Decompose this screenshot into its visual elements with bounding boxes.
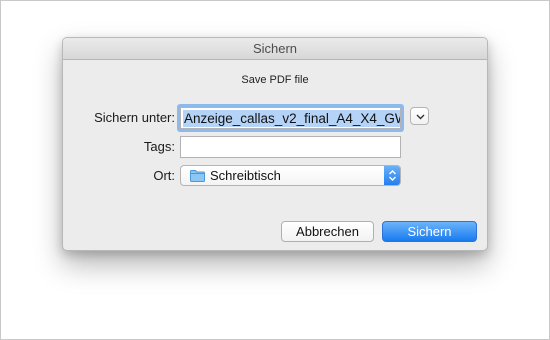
save-dialog: Sichern Save PDF file Sichern unter: Anz… <box>62 37 488 251</box>
chevron-down-icon <box>416 114 425 120</box>
save-as-label: Sichern unter: <box>94 110 175 125</box>
dialog-title: Sichern <box>63 38 487 60</box>
dialog-subtitle: Save PDF file <box>241 74 309 86</box>
folder-icon <box>190 170 205 182</box>
save-button[interactable]: Sichern <box>382 221 477 242</box>
tags-input[interactable] <box>180 136 401 158</box>
cancel-button[interactable]: Abbrechen <box>281 221 374 242</box>
location-select[interactable]: Schreibtisch <box>180 165 401 186</box>
file-name-input[interactable]: Anzeige_callas_v2_final_A4_X4_GWG <box>180 107 401 129</box>
select-arrows-icon <box>384 166 400 185</box>
location-label: Ort: <box>153 168 175 183</box>
expand-dialog-button[interactable] <box>410 107 429 125</box>
location-value: Schreibtisch <box>210 168 281 183</box>
file-name-text: Anzeige_callas_v2_final_A4_X4_GWG <box>183 110 400 127</box>
tags-label: Tags: <box>143 139 175 154</box>
